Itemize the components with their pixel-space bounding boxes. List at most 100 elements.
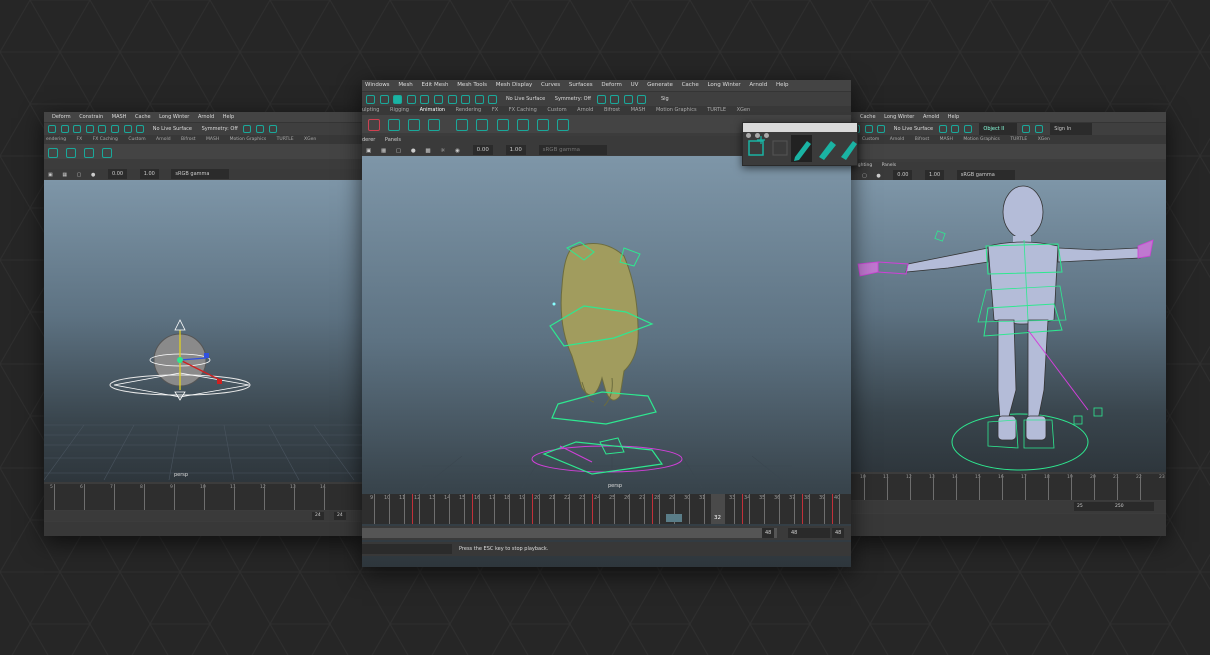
range-end-field[interactable]: 25 (1074, 502, 1112, 511)
shelf-tab[interactable]: FX (492, 106, 498, 115)
sign-in-button[interactable]: Sig (661, 92, 669, 106)
ipr-render-icon[interactable] (951, 125, 960, 133)
right-viewport[interactable] (848, 180, 1166, 472)
parent-constraint-icon[interactable] (516, 118, 529, 131)
shelf-tab[interactable]: TURTLE (707, 106, 726, 115)
shaded-icon[interactable]: ● (411, 146, 416, 156)
gamma-field[interactable]: 1.00 (925, 170, 945, 180)
humanoid-rig[interactable] (857, 185, 1154, 471)
menu-surfaces[interactable]: Surfaces (569, 80, 593, 91)
menu-deform[interactable]: Deform (52, 112, 71, 122)
grid-icon[interactable]: ▦ (381, 146, 386, 156)
shelf-tab[interactable]: Rigging (390, 106, 409, 115)
ipr-render-icon[interactable] (256, 125, 264, 133)
lasso-tool-icon[interactable] (60, 125, 69, 133)
menu-constrain[interactable]: Constrain (79, 112, 103, 122)
menu-long-winter[interactable]: Long Winter (159, 112, 189, 122)
keyframe-tick[interactable] (802, 494, 803, 524)
keyframe-tick[interactable] (472, 494, 473, 524)
menu-curves[interactable]: Curves (541, 80, 560, 91)
shelf-tab[interactable]: MASH (206, 135, 219, 144)
exposure-field[interactable]: 0.00 (107, 169, 128, 179)
frame-ghost-icon[interactable] (772, 140, 788, 156)
isolate-icon[interactable]: ◉ (455, 146, 460, 156)
shaded-icon[interactable]: ● (876, 171, 880, 181)
shelf-tab[interactable]: Bifrost (181, 135, 196, 144)
marker-icon[interactable] (819, 141, 836, 160)
shelf-tab[interactable]: endering (46, 135, 66, 144)
textured-icon[interactable]: ▩ (425, 146, 430, 156)
weights-icon[interactable] (476, 118, 489, 131)
render-settings-icon[interactable] (268, 125, 277, 133)
range-end-field[interactable]: 48 (762, 528, 775, 538)
range-end-field-c[interactable]: 48 (832, 528, 845, 538)
highlighter-icon[interactable] (841, 141, 857, 160)
camera-icon[interactable]: ▣ (48, 170, 53, 180)
shelf-tab-animation[interactable]: Animation (420, 106, 446, 115)
range-end-field-b[interactable]: 24 (334, 512, 346, 520)
shelf-tab[interactable]: Arnold (577, 106, 593, 115)
ik-handle-icon[interactable] (84, 147, 95, 158)
snap-point-icon[interactable] (433, 94, 443, 104)
shelf-tab[interactable]: Motion Graphics (230, 135, 267, 144)
shelf-tab[interactable]: ulpting (362, 106, 379, 115)
range-bar[interactable] (362, 528, 777, 538)
palette-title-bar[interactable] (743, 123, 857, 138)
snap-point-icon[interactable] (110, 125, 119, 133)
shaded-icon[interactable]: ● (91, 170, 95, 180)
mel-input[interactable] (362, 544, 452, 554)
left-viewport[interactable]: persp (44, 180, 366, 482)
breakdown-icon[interactable] (388, 118, 401, 131)
set-key-icon[interactable] (368, 118, 380, 131)
color-space-field[interactable]: sRGB gamma (956, 170, 1015, 180)
snap-view-icon[interactable] (864, 125, 873, 133)
sack-character-rig[interactable] (531, 241, 683, 475)
menu-help[interactable]: Help (223, 112, 234, 122)
gamma-field[interactable]: 1.00 (505, 145, 526, 155)
shelf-tab[interactable]: FX (77, 135, 83, 144)
color-space-field[interactable]: sRGB gamma (538, 145, 607, 155)
grid-icon[interactable]: ▦ (62, 170, 67, 180)
shelf-tab[interactable]: Custom (547, 106, 566, 115)
key-icon[interactable] (48, 147, 58, 158)
gamma-field[interactable]: 1.00 (139, 169, 159, 179)
live-surface-label[interactable]: No Live Surface (153, 123, 192, 135)
shelf-tab[interactable]: MASH (940, 135, 953, 144)
channel-box-icon[interactable] (1034, 125, 1043, 133)
breakdown-icon[interactable] (66, 147, 77, 158)
sign-in-button[interactable]: Sign In (1050, 123, 1093, 135)
menu-deform[interactable]: Deform (601, 80, 621, 91)
exposure-field[interactable]: 0.00 (893, 170, 913, 180)
snap-surface-icon[interactable] (461, 94, 471, 104)
menu-cache[interactable]: Cache (860, 112, 876, 122)
shelf-tab[interactable]: Rendering (456, 106, 482, 115)
snap-surface-icon[interactable] (877, 125, 886, 133)
color-space-field[interactable]: sRGB gamma (171, 169, 230, 179)
hypershade-icon[interactable] (637, 94, 647, 104)
aim-constraint-icon[interactable] (556, 118, 569, 131)
snap-view-icon[interactable] (123, 125, 132, 133)
keyframe-tick[interactable] (592, 494, 593, 524)
shelf-tab[interactable]: FX Caching (93, 135, 118, 144)
keyframe-tick[interactable] (742, 494, 743, 524)
shelf-tab[interactable]: Motion Graphics (963, 135, 1000, 144)
symmetry-label[interactable]: Symmetry: Off (202, 123, 238, 135)
render-icon[interactable] (243, 125, 252, 133)
joint-tool-icon[interactable] (428, 118, 441, 131)
lasso-tool-icon[interactable] (379, 94, 389, 104)
keyframe-tick[interactable] (532, 494, 533, 524)
keyframe-tick[interactable] (832, 494, 833, 524)
menu-cache[interactable]: Cache (135, 112, 151, 122)
wireframe-icon[interactable]: ▢ (862, 171, 867, 181)
render-settings-icon[interactable] (623, 94, 633, 104)
shelf-tab[interactable]: Custom (128, 135, 145, 144)
live-surface-label[interactable]: No Live Surface (894, 123, 933, 135)
menu-mesh[interactable]: Mesh (398, 80, 412, 91)
shelf-tab[interactable]: Arnold (890, 135, 905, 144)
lights-icon[interactable]: ☼ (440, 146, 445, 156)
shelf-tab[interactable]: XGen (304, 135, 316, 144)
constraint-icon[interactable] (496, 118, 509, 131)
panel-menu-item[interactable]: derer (362, 136, 375, 145)
range-end-field[interactable]: 24 (312, 512, 324, 520)
select-tool-icon[interactable] (48, 125, 56, 133)
